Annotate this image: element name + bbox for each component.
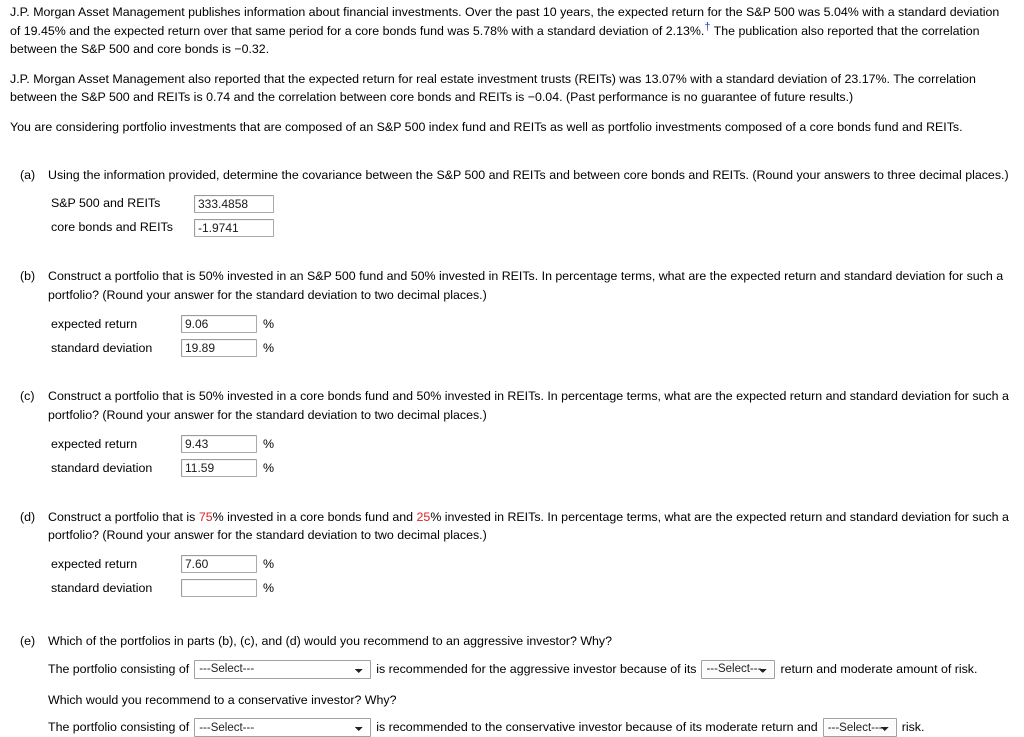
part-e-aggressive-answer-line: The portfolio consisting of ---Select---… (48, 659, 1010, 679)
part-d-answers: expected return % standard deviation % (48, 554, 1010, 599)
part-d-letter: (d) (20, 509, 36, 524)
answer-row: core bonds and REITs (48, 217, 1010, 238)
part-d-weight-reits: 25 (416, 509, 431, 524)
part-d-standard-deviation-label: standard deviation (51, 581, 153, 596)
conservative-portfolio-select[interactable]: ---Select--- (194, 718, 372, 737)
part-c-answers: expected return % standard deviation % (48, 434, 1010, 479)
part-e-conservative-answer-line: The portfolio consisting of ---Select---… (48, 718, 1010, 737)
part-c-letter: (c) (20, 389, 35, 404)
part-b-prompt: Construct a portfolio that is 50% invest… (48, 269, 1004, 302)
intro-paragraph-2: J.P. Morgan Asset Management also report… (10, 71, 976, 105)
part-a-answers: S&P 500 and REITs core bonds and REITs (48, 193, 1010, 238)
part-a: (a) Using the information provided, dete… (0, 166, 1024, 242)
part-d-prompt-pre: Construct a portfolio that is (48, 509, 199, 524)
answer-row: standard deviation % (48, 578, 1010, 599)
part-d-weight-bonds: 75 (198, 509, 213, 524)
covariance-corebonds-reits-input[interactable] (194, 218, 274, 237)
part-e-letter: (e) (20, 633, 36, 648)
part-e-aggressive-prefix: The portfolio consisting of (48, 661, 190, 676)
part-e-aggressive-suffix: return and moderate amount of risk. (780, 661, 978, 676)
part-c-standard-deviation-unit: % (263, 460, 275, 475)
answer-row: standard deviation % (48, 458, 1010, 479)
part-a-body: Using the information provided, determin… (48, 166, 1010, 242)
part-d-expected-return-label: expected return (51, 557, 138, 572)
part-c-standard-deviation-label: standard deviation (51, 460, 153, 475)
part-e-conservative-prefix: The portfolio consisting of (48, 720, 190, 735)
part-b: (b) Construct a portfolio that is 50% in… (0, 267, 1024, 361)
part-a-letter: (a) (20, 167, 36, 182)
answer-row: expected return % (48, 434, 1010, 455)
part-c-standard-deviation-input[interactable] (181, 459, 257, 478)
answer-row: expected return % (48, 313, 1010, 334)
part-e-conservative-suffix: risk. (901, 720, 925, 735)
part-c-expected-return-unit: % (263, 436, 275, 451)
part-e-conservative-mid: is recommended to the conservative inves… (376, 720, 818, 735)
part-e-body: Which of the portfolios in parts (b), (c… (48, 632, 1010, 737)
conservative-risk-level-select[interactable]: ---Select--- (822, 718, 897, 737)
part-e: (e) Which of the portfolios in parts (b)… (0, 632, 1024, 737)
part-d-expected-return-unit: % (263, 557, 275, 572)
part-d-standard-deviation-unit: % (263, 581, 275, 596)
part-b-letter: (b) (20, 269, 36, 284)
answer-row: standard deviation % (48, 337, 1010, 358)
part-c-expected-return-input[interactable] (181, 435, 257, 454)
part-c: (c) Construct a portfolio that is 50% in… (0, 387, 1024, 481)
intro-paragraph-1: J.P. Morgan Asset Management publishes i… (10, 3, 1010, 59)
intro-paragraph-3: You are considering portfolio investment… (10, 120, 963, 135)
part-c-prompt: Construct a portfolio that is 50% invest… (48, 389, 1009, 423)
part-c-body: Construct a portfolio that is 50% invest… (48, 387, 1010, 481)
part-d-prompt: Construct a portfolio that is 75% invest… (48, 508, 1010, 545)
aggressive-return-level-select[interactable]: ---Select--- (701, 659, 776, 679)
part-b-expected-return-label: expected return (51, 316, 138, 331)
problem-page: J.P. Morgan Asset Management publishes i… (0, 0, 1024, 737)
part-d: (d) Construct a portfolio that is 75% in… (0, 508, 1024, 602)
aggressive-portfolio-select[interactable]: ---Select--- (194, 659, 372, 679)
answer-row: S&P 500 and REITs (48, 193, 1010, 214)
covariance-sp500-reits-input[interactable] (194, 194, 274, 213)
part-d-body: Construct a portfolio that is 75% invest… (48, 508, 1010, 602)
part-e-aggressive-question: Which of the portfolios in parts (b), (c… (48, 633, 613, 648)
part-b-body: Construct a portfolio that is 50% invest… (48, 267, 1010, 361)
part-b-expected-return-input[interactable] (181, 314, 257, 333)
part-e-aggressive-mid: is recommended for the aggressive invest… (376, 661, 697, 676)
part-b-standard-deviation-unit: % (263, 340, 275, 355)
part-e-conservative-question: Which would you recommend to a conservat… (48, 692, 397, 707)
part-d-expected-return-input[interactable] (181, 555, 257, 574)
covariance-sp500-reits-label: S&P 500 and REITs (51, 196, 161, 211)
part-c-expected-return-label: expected return (51, 436, 138, 451)
part-b-expected-return-unit: % (263, 316, 275, 331)
part-d-prompt-mid: % invested in a core bonds fund and (212, 509, 417, 524)
part-a-prompt: Using the information provided, determin… (48, 167, 1009, 182)
part-b-answers: expected return % standard deviation % (48, 313, 1010, 358)
covariance-corebonds-reits-label: core bonds and REITs (51, 220, 173, 235)
intro-section: J.P. Morgan Asset Management publishes i… (0, 0, 1024, 137)
answer-row: expected return % (48, 554, 1010, 575)
part-d-standard-deviation-input[interactable] (181, 579, 257, 598)
part-b-standard-deviation-label: standard deviation (51, 340, 153, 355)
part-b-standard-deviation-input[interactable] (181, 338, 257, 357)
